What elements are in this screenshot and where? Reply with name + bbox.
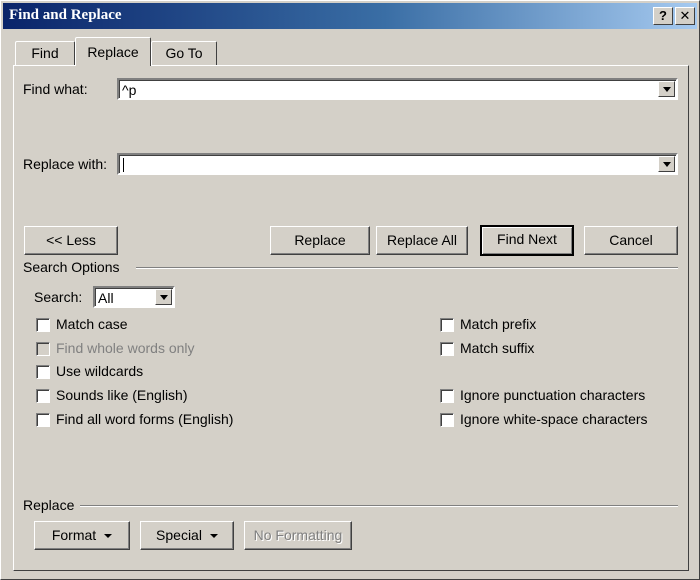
cancel-button[interactable]: Cancel bbox=[584, 226, 678, 255]
checkbox-box bbox=[36, 342, 50, 356]
search-options-heading: Search Options bbox=[23, 259, 120, 275]
search-direction-value: All bbox=[98, 290, 114, 306]
help-button[interactable]: ? bbox=[653, 7, 673, 25]
window-title: Find and Replace bbox=[9, 7, 122, 23]
checkbox-label: Match prefix bbox=[460, 316, 537, 332]
checkbox-box[interactable] bbox=[36, 389, 50, 403]
checkbox-label: Find whole words only bbox=[56, 340, 195, 356]
format-button[interactable]: Format bbox=[34, 521, 130, 550]
dropdown-arrow-icon bbox=[209, 534, 218, 539]
find-next-button[interactable]: Find Next bbox=[480, 225, 574, 256]
tab-replace[interactable]: Replace bbox=[75, 37, 151, 66]
search-direction-dropdown-icon[interactable] bbox=[155, 289, 172, 305]
find-what-dropdown-icon[interactable] bbox=[658, 81, 675, 97]
tab-find[interactable]: Find bbox=[15, 41, 75, 65]
replace-button[interactable]: Replace bbox=[270, 226, 370, 255]
replace-section-divider bbox=[80, 505, 678, 507]
checkbox-label: Ignore punctuation characters bbox=[460, 387, 646, 403]
checkbox-box[interactable] bbox=[36, 413, 50, 427]
replace-with-combo[interactable] bbox=[117, 153, 678, 175]
checkbox-label: Use wildcards bbox=[56, 363, 144, 379]
replace-with-label: Replace with: bbox=[23, 156, 108, 172]
replace-tab-panel: Find what: ^p Replace with: << Less Repl… bbox=[13, 65, 689, 571]
search-direction-select[interactable]: All bbox=[93, 286, 175, 308]
checkbox-box[interactable] bbox=[36, 365, 50, 379]
checkbox-label: Match suffix bbox=[460, 340, 535, 356]
checkbox-label: Find all word forms (English) bbox=[56, 411, 234, 427]
close-button[interactable]: ✕ bbox=[675, 7, 695, 25]
replace-section-heading: Replace bbox=[23, 497, 75, 513]
replace-all-button[interactable]: Replace All bbox=[376, 226, 468, 255]
checkbox-box[interactable] bbox=[440, 413, 454, 427]
dropdown-arrow-icon bbox=[104, 534, 113, 539]
checkbox-box[interactable] bbox=[36, 318, 50, 332]
find-what-input[interactable]: ^p bbox=[122, 82, 136, 98]
no-formatting-button: No Formatting bbox=[244, 521, 352, 550]
tab-go-to[interactable]: Go To bbox=[151, 41, 217, 65]
checkbox-label: Match case bbox=[56, 316, 128, 332]
checkbox-box[interactable] bbox=[440, 389, 454, 403]
special-button-label: Special bbox=[156, 527, 202, 543]
find-what-combo[interactable]: ^p bbox=[117, 78, 678, 100]
format-button-label: Format bbox=[51, 527, 97, 543]
find-what-label: Find what: bbox=[23, 81, 88, 97]
search-options-divider bbox=[136, 267, 678, 269]
checkbox-label: Sounds like (English) bbox=[56, 387, 188, 403]
replace-with-dropdown-icon[interactable] bbox=[658, 156, 675, 172]
checkbox-box[interactable] bbox=[440, 318, 454, 332]
special-button[interactable]: Special bbox=[140, 521, 234, 550]
text-cursor bbox=[123, 158, 124, 172]
find-replace-dialog: Find and Replace ? ✕ Find Replace Go To … bbox=[0, 0, 700, 580]
title-bar[interactable]: Find and Replace ? ✕ bbox=[3, 3, 697, 29]
search-direction-label: Search: bbox=[34, 289, 83, 305]
checkbox-label: Ignore white-space characters bbox=[460, 411, 648, 427]
less-button[interactable]: << Less bbox=[24, 226, 118, 255]
checkbox-box[interactable] bbox=[440, 342, 454, 356]
